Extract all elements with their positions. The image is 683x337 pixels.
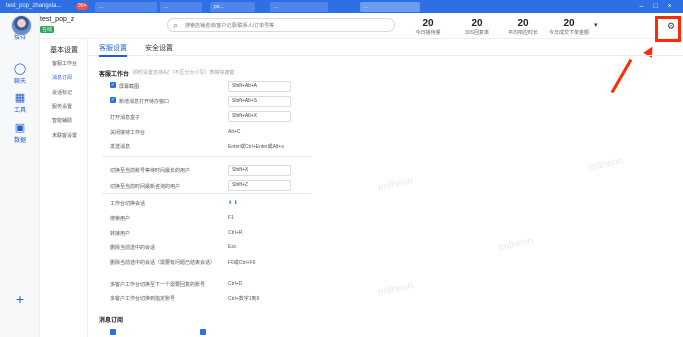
shortcut-value: Alt+C xyxy=(228,129,241,135)
stat-response-time: 20 平均响应时长 xyxy=(507,18,538,36)
tab-service-settings[interactable]: 客服设置 xyxy=(99,43,127,57)
shortcut-label: 屏幕截图 xyxy=(119,84,140,90)
section-hint: 即时设置支持AZ（不区分大小写）表格快捷键 xyxy=(133,70,235,76)
menu-item-service[interactable]: 服务设置 xyxy=(52,103,72,110)
watermark: tmlhenn xyxy=(377,175,415,194)
watermark: tmlhenn xyxy=(587,155,625,174)
shortcut-label: 删除当前选中的会话 xyxy=(110,245,156,251)
section-title-subscription: 消息订阅 xyxy=(99,318,124,324)
grid-tools-icon: ▦ xyxy=(14,92,26,104)
shortcut-label: 转接用户 xyxy=(110,231,131,237)
divider xyxy=(102,156,312,157)
shortcut-label: 切换至当前账号等待时间最长的用户 xyxy=(110,168,191,174)
shortcut-input[interactable]: Shift+Alt+A xyxy=(228,81,291,92)
shortcut-label: 多客户工作台切换至下一个需要回复的账号 xyxy=(110,282,206,288)
shortcut-input[interactable]: Shift+Alt+X xyxy=(228,111,291,122)
message-icon: ◯ xyxy=(13,63,27,75)
stat-reception: 20 今日接待量 xyxy=(415,18,441,36)
shortcut-label: 切换至当前时间最新咨询的用户 xyxy=(110,184,181,190)
shortcut-label: 打开消息盒子 xyxy=(110,115,141,121)
watermark: tmlhenn xyxy=(377,280,415,299)
user-name: test_pop_z xyxy=(40,16,75,23)
status-badge[interactable]: 在线 xyxy=(40,26,55,33)
calendar-icon: ▣ xyxy=(14,122,26,134)
menu-header: 基本设置 xyxy=(50,47,78,54)
shortcut-value: Enter或Ctrl+Enter或Alt+s xyxy=(228,144,284,150)
shortcut-value: F1 xyxy=(228,215,234,221)
tab-1[interactable]: ... xyxy=(95,2,157,12)
settings-tabs: 客服设置 安全设置 xyxy=(88,39,683,57)
avatar[interactable] xyxy=(11,15,32,36)
watermark: tmlhenn xyxy=(497,235,535,254)
shortcut-value: Esc xyxy=(228,244,237,250)
shortcut-input[interactable]: Shift+X xyxy=(228,165,291,176)
checkbox-new-message[interactable]: ✓ xyxy=(110,97,116,103)
shortcut-input[interactable]: Shift+Alt+S xyxy=(228,96,291,107)
sidebar-item-tools[interactable]: ▦ 工具 xyxy=(3,92,37,115)
arrow-keys-icon: ⬆ ⬇ xyxy=(228,200,238,206)
tab-2[interactable]: ... xyxy=(160,2,202,12)
shortcut-value: Ctrl+数字1到9 xyxy=(228,296,260,302)
search-box: ⌕ xyxy=(167,18,395,32)
sidebar-item-chat[interactable]: ◯ 聊天 xyxy=(3,63,37,86)
title-bar: test_pop_zhangxia... 99+ ... ... po... .… xyxy=(0,0,683,13)
shortcut-label: 关闭接待工作台 xyxy=(110,130,146,136)
shortcut-input[interactable]: Shift+Z xyxy=(228,180,291,191)
sidebar: ◔ 接待 ◯ 聊天 ▦ 工具 ▣ 数据 + xyxy=(0,13,40,337)
plus-icon: + xyxy=(15,291,25,307)
shortcut-label: 新增消息打开待办窗口 xyxy=(119,99,170,105)
tab-security-settings[interactable]: 安全设置 xyxy=(145,43,173,53)
shortcut-label: 多客户工作台切换到指定账号 xyxy=(110,296,176,302)
section-title: 客服工作台 xyxy=(99,72,130,78)
close-icon[interactable]: × xyxy=(665,2,674,11)
shortcut-value: F6或Ctrl+F6 xyxy=(228,260,256,266)
shortcut-value: Ctrl+D xyxy=(228,281,243,287)
checkbox-subscription-2[interactable] xyxy=(200,329,206,335)
search-input[interactable] xyxy=(185,21,390,30)
shortcut-value: Ctrl+R xyxy=(228,230,243,236)
search-icon: ⌕ xyxy=(173,20,179,30)
tab-4[interactable]: ... xyxy=(270,2,328,12)
add-button[interactable]: + xyxy=(3,291,37,307)
settings-menu: 基本设置 客服工作台 消息订阅 会话标记 服务设置 智能辅助 未联客设置 xyxy=(40,39,88,337)
tab-5[interactable]: ... xyxy=(360,2,420,12)
checkbox-subscription-1[interactable] xyxy=(110,329,116,335)
checkbox-screenshot[interactable]: ✓ xyxy=(110,82,116,88)
shortcut-label: 搜索用户 xyxy=(110,216,131,222)
maximize-icon[interactable]: □ xyxy=(651,2,660,11)
sidebar-item-data[interactable]: ▣ 数据 xyxy=(3,122,37,145)
menu-item-workbench[interactable]: 客服工作台 xyxy=(52,60,77,67)
stat-order-amount: 20 今日成交下单金额 xyxy=(548,18,589,36)
tab-badge: 99+ xyxy=(76,3,89,10)
shortcut-label: 删除当前选中的会话（需要有问题已结束会话） xyxy=(110,260,216,266)
stats-dropdown[interactable]: ▾ xyxy=(594,21,598,29)
settings-content: 客服设置 安全设置 客服工作台 即时设置支持AZ（不区分大小写）表格快捷键 ✓ … xyxy=(88,39,683,337)
divider xyxy=(102,193,312,194)
stat-reply-rate: 20 30S回复率 xyxy=(465,18,489,36)
menu-item-assist[interactable]: 智能辅助 xyxy=(52,117,72,124)
window-title: test_pop_zhangxia... xyxy=(6,3,62,9)
menu-item-session-tag[interactable]: 会话标记 xyxy=(52,89,72,96)
menu-item-other[interactable]: 未联客设置 xyxy=(52,132,77,139)
menu-item-message[interactable]: 消息订阅 xyxy=(52,74,72,81)
shortcut-label: 发送消息 xyxy=(110,144,131,150)
minimize-icon[interactable]: – xyxy=(637,2,646,11)
shortcut-label: 工作台切换会话 xyxy=(110,201,146,207)
tab-3[interactable]: po... xyxy=(210,2,255,12)
